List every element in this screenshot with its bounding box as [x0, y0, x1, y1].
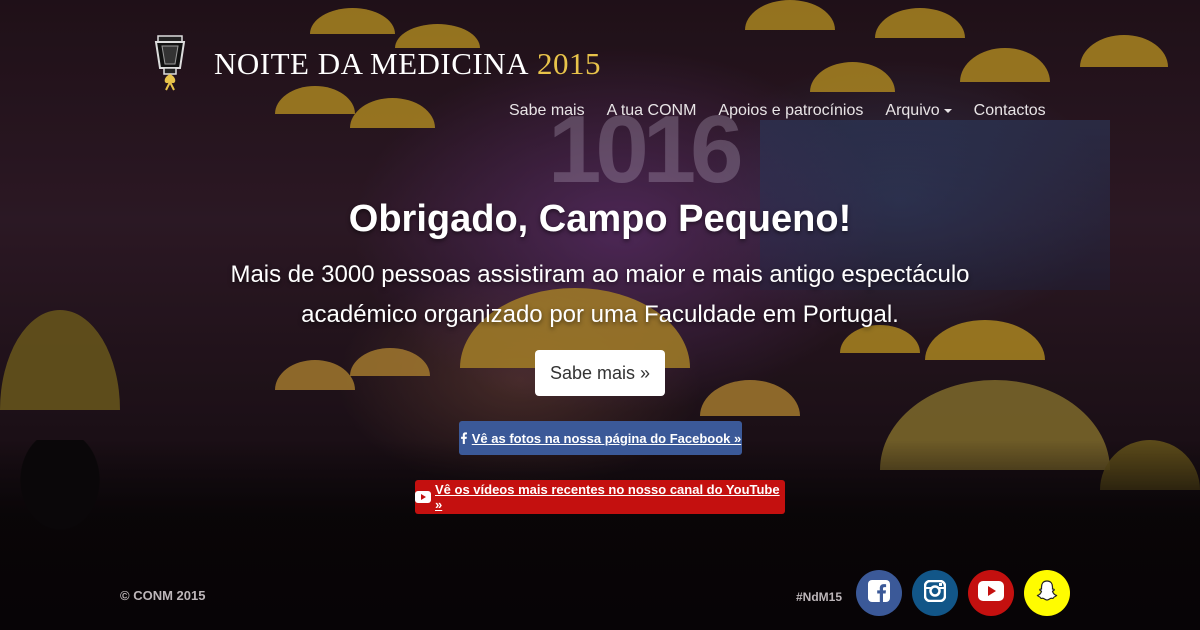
- facebook-photos-label: Vê as fotos na nossa página do Facebook …: [471, 430, 742, 446]
- copyright-text: © CONM 2015: [120, 588, 206, 603]
- youtube-icon: [978, 580, 1004, 606]
- youtube-icon: [415, 491, 431, 503]
- hero-headline: Obrigado, Campo Pequeno!: [348, 198, 852, 240]
- instagram-icon: [923, 579, 947, 607]
- nav-item-label: Sabe mais: [509, 102, 585, 119]
- nav-item-label: Contactos: [973, 102, 1046, 119]
- nav-item-a-tua-conm[interactable]: A tua CONM: [607, 102, 697, 120]
- facebook-photos-button[interactable]: Vê as fotos na nossa página do Facebook …: [459, 421, 742, 455]
- sabe-mais-button[interactable]: Sabe mais »: [535, 350, 665, 396]
- caret-down-icon: [943, 109, 952, 113]
- hashtag-text: #NdM15: [796, 590, 843, 604]
- nav-item-contactos[interactable]: Contactos: [974, 102, 1046, 120]
- brand-logo[interactable]: NOITE DA MEDICINA 2015: [150, 30, 601, 92]
- hero-subtitle: Mais de 3000 pessoas assistiram ao maior…: [230, 261, 970, 328]
- main-nav: Sabe mais A tua CONM Apoios e patrocínio…: [509, 102, 1068, 120]
- youtube-videos-label: Vê os vídeos mais recentes no nosso cana…: [435, 482, 780, 512]
- lantern-icon: [150, 30, 202, 92]
- facebook-icon: [460, 432, 468, 444]
- nav-item-label: Arquivo: [885, 102, 940, 119]
- brand-year: 2015: [537, 46, 602, 81]
- nav-item-apoios[interactable]: Apoios e patrocínios: [718, 102, 863, 120]
- snapchat-icon: [1035, 579, 1059, 608]
- instagram-social-button[interactable]: [912, 570, 958, 616]
- nav-item-sabe-mais[interactable]: Sabe mais: [509, 102, 585, 120]
- brand-title: NOITE DA MEDICINA: [214, 46, 530, 81]
- facebook-icon: [868, 579, 890, 607]
- nav-item-label: Apoios e patrocínios: [718, 102, 864, 119]
- nav-item-label: A tua CONM: [606, 102, 697, 119]
- nav-item-arquivo[interactable]: Arquivo: [885, 102, 952, 120]
- facebook-social-button[interactable]: [856, 570, 902, 616]
- youtube-videos-button[interactable]: Vê os vídeos mais recentes no nosso cana…: [415, 480, 785, 514]
- youtube-social-button[interactable]: [968, 570, 1014, 616]
- snapchat-social-button[interactable]: [1024, 570, 1070, 616]
- brand-name: NOITE DA MEDICINA 2015: [214, 46, 601, 82]
